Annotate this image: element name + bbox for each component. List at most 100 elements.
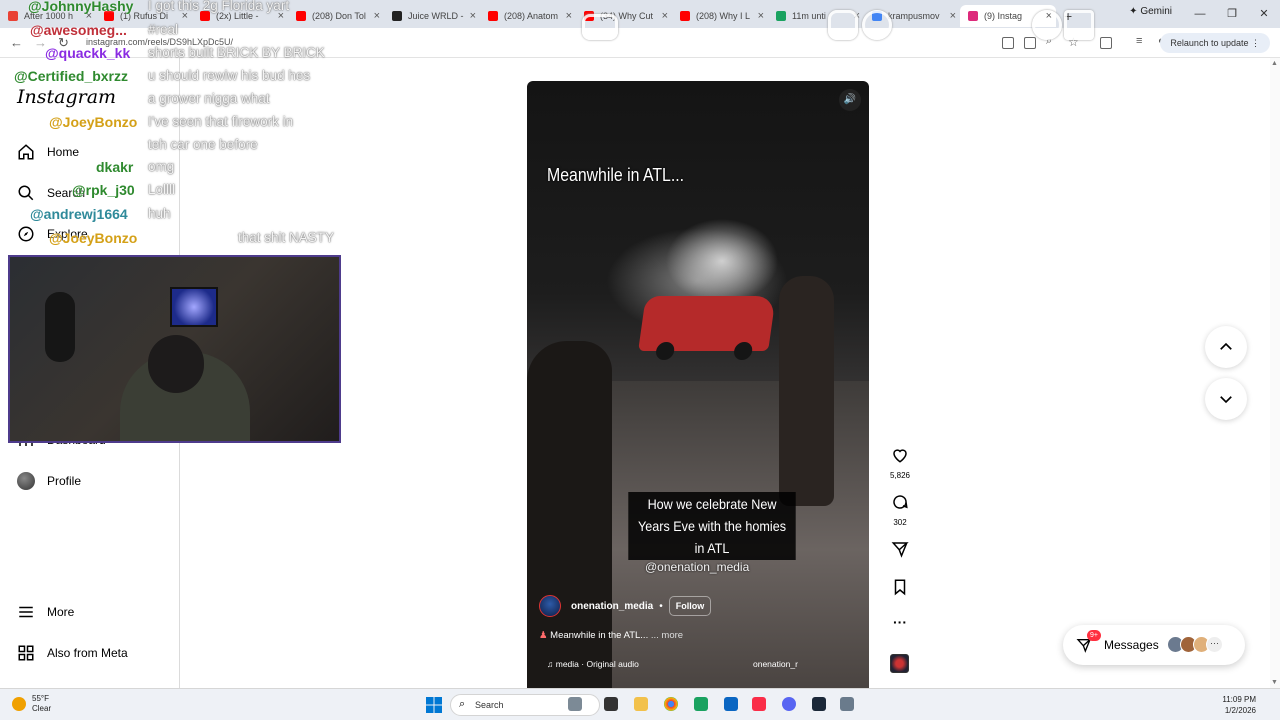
video-red-truck: [638, 296, 776, 360]
discord-icon[interactable]: [782, 697, 796, 711]
tab-close-icon[interactable]: ×: [470, 5, 476, 27]
page-scrollbar[interactable]: ▲ ▼: [1270, 58, 1280, 688]
next-reel-button[interactable]: [1205, 378, 1247, 420]
menu-icon: [16, 602, 36, 622]
tab-close-icon[interactable]: ×: [566, 5, 572, 27]
tab-close-icon[interactable]: ×: [182, 5, 188, 27]
share-icon[interactable]: [891, 540, 909, 558]
youtube-overlay-icon: [582, 14, 618, 40]
clock-date: 1/2/2026: [1224, 706, 1256, 715]
tab-close-icon[interactable]: ×: [86, 5, 92, 27]
chevron-down-icon: [1220, 396, 1232, 404]
tab-favicon-icon: [392, 11, 402, 21]
browser-tab[interactable]: Juice WRLD - ×: [384, 5, 480, 27]
truck-wheel: [654, 342, 676, 360]
extensions-icon[interactable]: ≡: [1136, 35, 1142, 47]
tab-favicon-icon: [8, 11, 18, 21]
bookmark-icon[interactable]: [891, 578, 909, 596]
tab-close-icon[interactable]: ×: [278, 5, 284, 27]
tab-close-icon[interactable]: ×: [662, 5, 668, 27]
tab-label: (1) Rufus Di: [120, 11, 169, 21]
restore-icon[interactable]: ❐: [1216, 0, 1248, 28]
nav-more[interactable]: More: [16, 600, 74, 624]
video-overlay-title: Meanwhile in ATL...: [547, 165, 685, 185]
previous-reel-button[interactable]: [1205, 326, 1247, 368]
author-name[interactable]: onenation_media: [571, 601, 653, 612]
browser-tab[interactable]: (208) Why I L ×: [672, 5, 768, 27]
audio-thumbnail[interactable]: [890, 654, 909, 673]
reel-author: onenation_media • Follow: [539, 595, 712, 617]
tab-favicon-icon: [968, 11, 978, 21]
scroll-up-icon[interactable]: ▲: [1271, 60, 1278, 67]
close-icon[interactable]: ✕: [1248, 0, 1280, 28]
browser-tab[interactable]: (1) Rufus Di ×: [96, 5, 192, 27]
scroll-down-icon[interactable]: ▼: [1271, 679, 1278, 686]
gemini-button[interactable]: ✦ Gemini: [1129, 6, 1172, 17]
url-field[interactable]: instagram.com/reels/DS9hLXpDc5U/: [86, 37, 233, 47]
browser-tab[interactable]: (208) Anatom ×: [480, 5, 576, 27]
save-action[interactable]: [885, 578, 915, 601]
instagram-logo[interactable]: Instagram: [17, 86, 116, 108]
sidepanel-icon[interactable]: [1100, 37, 1112, 49]
flame-icon: ♟: [539, 630, 548, 641]
file-explorer-icon[interactable]: [634, 697, 648, 711]
nav-profile[interactable]: Profile: [16, 469, 81, 493]
forward-icon[interactable]: →: [34, 35, 47, 50]
calculator-icon[interactable]: [840, 697, 854, 711]
nav-search[interactable]: Search: [16, 181, 85, 205]
search-icon: ⌕: [459, 698, 466, 710]
task-view-icon[interactable]: [604, 697, 618, 711]
widgets-icon[interactable]: [568, 697, 582, 711]
system-clock[interactable]: 11:09 PM 1/2/2026: [1222, 694, 1256, 716]
like-action[interactable]: 5,826: [885, 446, 915, 480]
back-icon[interactable]: ←: [10, 35, 23, 50]
comment-icon[interactable]: [891, 493, 909, 511]
relaunch-button[interactable]: Relaunch to update ⋮: [1160, 33, 1270, 53]
tab-close-icon[interactable]: ×: [950, 5, 956, 27]
more-options-icon[interactable]: ···: [885, 614, 915, 630]
browser-tab[interactable]: (208) Don Tol ×: [288, 5, 384, 27]
heart-icon[interactable]: [891, 446, 909, 464]
tab-close-icon[interactable]: ×: [374, 5, 380, 27]
tab-favicon-icon: [488, 11, 498, 21]
messages-button[interactable]: 9+ Messages ···: [1063, 625, 1245, 665]
reel-audio[interactable]: ♫ media · Original audio: [547, 659, 639, 669]
cast-icon[interactable]: [1002, 37, 1014, 49]
minimize-icon[interactable]: —: [1184, 0, 1216, 28]
streamer-webcam: [8, 255, 341, 443]
speaker-icon[interactable]: 🔊: [839, 89, 861, 111]
share-action[interactable]: [885, 540, 915, 563]
weather-widget[interactable]: 55°F Clear: [12, 694, 51, 714]
message-avatars: ···: [1167, 636, 1223, 653]
outlook-icon[interactable]: [724, 697, 738, 711]
translate-icon[interactable]: [1024, 37, 1036, 49]
tab-close-icon[interactable]: ×: [758, 5, 764, 27]
nav-label: Search: [47, 186, 86, 200]
nav-label: More: [47, 605, 75, 619]
gemini-label: Gemini: [1140, 6, 1172, 17]
webcam-microphone: [45, 292, 75, 362]
windows-taskbar: 55°F Clear ⌕ Search 11:09 PM 1/2/2026: [0, 688, 1280, 720]
reel-video[interactable]: 🔊 Meanwhile in ATL... How we celebrate N…: [527, 81, 869, 688]
more-link[interactable]: ... more: [651, 630, 683, 641]
nav-explore[interactable]: Explore: [16, 222, 88, 246]
webcam-monitor: [170, 287, 218, 327]
messages-badge: 9+: [1087, 630, 1101, 641]
music-icon[interactable]: [752, 697, 766, 711]
windows-start-icon[interactable]: [426, 697, 442, 713]
chrome-icon[interactable]: [664, 697, 678, 711]
comment-action[interactable]: 302: [885, 493, 915, 527]
browser-tab[interactable]: (2x) Little - ×: [192, 5, 288, 27]
tab-label: (208) Don Tol: [312, 11, 366, 21]
steam-icon[interactable]: [812, 697, 826, 711]
app-icon[interactable]: [694, 697, 708, 711]
nav-also-from-meta[interactable]: Also from Meta: [16, 641, 128, 665]
reload-icon[interactable]: ↻: [58, 35, 69, 51]
browser-tab[interactable]: After 1000 h ×: [0, 5, 96, 27]
relaunch-label: Relaunch to update: [1170, 38, 1249, 48]
taskbar-search-label: Search: [475, 700, 504, 710]
nav-home[interactable]: Home: [16, 140, 79, 164]
audio-attribution[interactable]: onenation_r: [753, 659, 798, 669]
follow-button[interactable]: Follow: [668, 596, 712, 616]
author-avatar[interactable]: [539, 595, 561, 617]
